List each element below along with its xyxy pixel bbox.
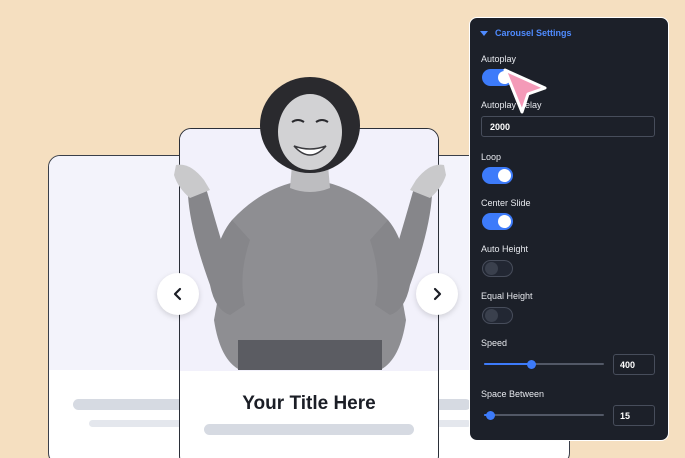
toggle-knob: [485, 262, 498, 275]
caret-down-icon: [480, 30, 488, 36]
auto-height-toggle[interactable]: [482, 260, 513, 277]
space-between-label: Space Between: [481, 389, 545, 399]
center-slide-label: Center Slide: [481, 198, 531, 208]
slider-fill: [484, 363, 531, 365]
toggle-knob: [498, 169, 511, 182]
toggle-knob: [485, 309, 498, 322]
pointer-cursor-icon: [503, 68, 547, 114]
next-slide-button[interactable]: [416, 273, 458, 315]
person-image: [174, 77, 446, 370]
loop-toggle[interactable]: [482, 167, 513, 184]
loop-label: Loop: [481, 152, 502, 162]
equal-height-toggle[interactable]: [482, 307, 513, 324]
slide-text-placeholder: [204, 424, 414, 435]
space-between-slider[interactable]: [484, 408, 604, 422]
speed-label: Speed: [481, 338, 508, 348]
speed-input[interactable]: 400: [613, 354, 655, 375]
auto-height-label: Auto Height: [481, 244, 529, 254]
slider-thumb[interactable]: [486, 411, 495, 420]
equal-height-label: Equal Height: [481, 291, 533, 301]
section-title: Carousel Settings: [495, 28, 572, 38]
slide-title: Your Title Here: [242, 393, 376, 414]
space-between-input[interactable]: 15: [613, 405, 655, 426]
section-header[interactable]: Carousel Settings: [480, 28, 572, 38]
slider-thumb[interactable]: [527, 360, 536, 369]
center-slide-toggle[interactable]: [482, 213, 513, 230]
toggle-knob: [498, 215, 511, 228]
chevron-left-icon: [173, 287, 182, 301]
slider-track: [484, 414, 604, 416]
chevron-right-icon: [433, 287, 442, 301]
speed-slider[interactable]: [484, 357, 604, 371]
prev-slide-button[interactable]: [157, 273, 199, 315]
